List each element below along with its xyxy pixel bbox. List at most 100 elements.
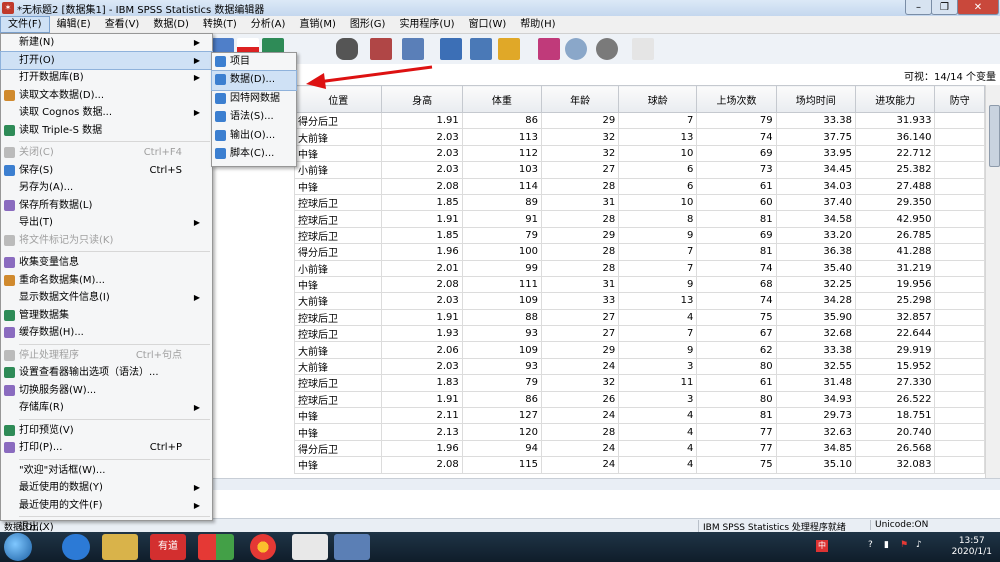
data-cell[interactable]: 6 bbox=[618, 177, 698, 195]
file-menu-item[interactable]: 打开数据库(B) ▶ bbox=[1, 69, 212, 87]
data-cell[interactable]: 36.38 bbox=[775, 243, 856, 261]
value-labels-grid-icon[interactable] bbox=[498, 38, 520, 60]
data-cell[interactable]: 18.751 bbox=[854, 407, 936, 425]
data-cell[interactable]: 2.01 bbox=[381, 259, 463, 277]
data-cell[interactable]: 34.58 bbox=[775, 210, 856, 228]
data-cell[interactable]: 69 bbox=[696, 144, 777, 163]
show-all-variables-icon[interactable] bbox=[596, 38, 618, 60]
data-cell[interactable]: 10 bbox=[618, 193, 698, 212]
data-cell[interactable]: 28 bbox=[540, 243, 620, 261]
data-cell[interactable]: 79 bbox=[696, 111, 777, 130]
data-cell[interactable]: 81 bbox=[696, 407, 777, 425]
data-cell[interactable]: 74 bbox=[696, 292, 777, 310]
data-cell[interactable]: 2.03 bbox=[381, 292, 463, 310]
file-menu-item[interactable]: 打印预览(V) bbox=[1, 422, 212, 440]
data-cell[interactable] bbox=[934, 177, 985, 195]
weight-cases-scale-icon[interactable] bbox=[470, 38, 492, 60]
file-menu-item[interactable]: 设置查看器输出选项（语法）... bbox=[1, 364, 212, 382]
data-cell[interactable] bbox=[934, 292, 985, 310]
data-cell[interactable]: 34.03 bbox=[775, 177, 856, 195]
data-cell[interactable]: 32.68 bbox=[775, 325, 856, 343]
data-cell[interactable]: 中锋 bbox=[293, 456, 383, 474]
file-menu-item[interactable]: 切换服务器(W)... bbox=[1, 382, 212, 400]
maximize-button[interactable]: ❐ bbox=[931, 0, 958, 15]
data-cell[interactable]: 4 bbox=[618, 308, 698, 327]
data-cell[interactable]: 81 bbox=[696, 243, 777, 261]
open-submenu-item[interactable]: 数据(D)... bbox=[211, 70, 297, 91]
data-cell[interactable]: 1.93 bbox=[381, 325, 463, 343]
file-menu-item[interactable]: 导出(T) ▶ bbox=[1, 214, 212, 232]
data-cell[interactable]: 77 bbox=[696, 423, 777, 441]
data-cell[interactable]: 13 bbox=[618, 128, 698, 146]
data-cell[interactable]: 29.73 bbox=[775, 407, 856, 425]
data-cell[interactable] bbox=[934, 308, 985, 327]
taskbar-app-explorer[interactable] bbox=[102, 534, 138, 560]
taskbar-app-chrome[interactable] bbox=[250, 534, 276, 560]
data-cell[interactable]: 控球后卫 bbox=[293, 308, 383, 327]
data-cell[interactable]: 小前锋 bbox=[293, 161, 383, 179]
data-cell[interactable]: 31.933 bbox=[854, 111, 936, 130]
data-cell[interactable]: 控球后卫 bbox=[293, 325, 383, 343]
data-cell[interactable]: 33 bbox=[540, 292, 620, 310]
data-cell[interactable]: 37.75 bbox=[775, 128, 856, 146]
menu-0[interactable]: 文件(F) bbox=[0, 16, 50, 33]
column-header[interactable]: 球龄 bbox=[618, 85, 698, 113]
data-cell[interactable]: 28 bbox=[540, 259, 620, 277]
data-cell[interactable]: 2.03 bbox=[381, 357, 463, 376]
language-indicator[interactable]: 中 bbox=[816, 540, 828, 552]
data-cell[interactable]: 11 bbox=[618, 374, 698, 392]
file-menu-item[interactable]: 读取 Triple-S 数据 bbox=[1, 122, 212, 140]
file-menu-item[interactable]: 读取 Cognos 数据... ▶ bbox=[1, 104, 212, 122]
data-cell[interactable]: 9 bbox=[618, 341, 698, 359]
data-cell[interactable]: 4 bbox=[618, 456, 698, 474]
data-cell[interactable]: 37.40 bbox=[775, 193, 856, 212]
menu-10[interactable]: 帮助(H) bbox=[513, 16, 562, 33]
data-cell[interactable]: 33.95 bbox=[775, 144, 856, 163]
data-cell[interactable]: 32 bbox=[540, 374, 620, 392]
data-cell[interactable]: 109 bbox=[461, 292, 543, 310]
menu-9[interactable]: 窗口(W) bbox=[462, 16, 514, 33]
data-cell[interactable]: 32 bbox=[540, 128, 620, 146]
data-cell[interactable]: 9 bbox=[618, 275, 698, 294]
data-cell[interactable] bbox=[934, 407, 985, 425]
data-cell[interactable]: 74 bbox=[696, 128, 777, 146]
data-cell[interactable]: 24 bbox=[540, 439, 620, 458]
data-cell[interactable]: 115 bbox=[461, 456, 543, 474]
data-cell[interactable]: 114 bbox=[461, 177, 543, 195]
menu-8[interactable]: 实用程序(U) bbox=[392, 16, 461, 33]
data-cell[interactable]: 33.38 bbox=[775, 111, 856, 130]
data-cell[interactable]: 22.644 bbox=[854, 325, 936, 343]
data-cell[interactable]: 74 bbox=[696, 259, 777, 277]
file-menu-item[interactable]: 重命名数据集(M)... bbox=[1, 272, 212, 290]
data-cell[interactable]: 61 bbox=[696, 177, 777, 195]
data-cell[interactable]: 127 bbox=[461, 407, 543, 425]
data-cell[interactable]: 26.568 bbox=[854, 439, 936, 458]
data-cell[interactable]: 得分后卫 bbox=[293, 439, 383, 458]
data-cell[interactable]: 86 bbox=[461, 111, 543, 130]
data-cell[interactable]: 1.91 bbox=[381, 210, 463, 228]
data-cell[interactable]: 34.93 bbox=[775, 390, 856, 409]
data-cell[interactable]: 36.140 bbox=[854, 128, 936, 146]
data-cell[interactable] bbox=[934, 259, 985, 277]
data-cell[interactable]: 大前锋 bbox=[293, 357, 383, 376]
data-cell[interactable] bbox=[934, 456, 985, 474]
data-cell[interactable]: 中锋 bbox=[293, 275, 383, 294]
taskbar-app-office[interactable] bbox=[198, 534, 234, 560]
data-cell[interactable]: 33.20 bbox=[775, 226, 856, 245]
data-cell[interactable] bbox=[934, 357, 985, 376]
data-cell[interactable]: 1.83 bbox=[381, 374, 463, 392]
find-binoculars-icon[interactable] bbox=[336, 38, 358, 60]
column-header[interactable]: 防守 bbox=[934, 85, 985, 113]
data-cell[interactable]: 控球后卫 bbox=[293, 374, 383, 392]
data-cell[interactable]: 94 bbox=[461, 439, 543, 458]
column-header[interactable]: 年龄 bbox=[540, 85, 620, 113]
taskbar-app-wps[interactable] bbox=[292, 534, 328, 560]
data-cell[interactable]: 1.91 bbox=[381, 390, 463, 409]
data-cell[interactable]: 26.785 bbox=[854, 226, 936, 245]
data-cell[interactable]: 29 bbox=[540, 226, 620, 245]
data-cell[interactable]: 2.08 bbox=[381, 275, 463, 294]
data-cell[interactable] bbox=[934, 210, 985, 228]
data-cell[interactable]: 29.350 bbox=[854, 193, 936, 212]
data-cell[interactable]: 29 bbox=[540, 341, 620, 359]
data-cell[interactable]: 27 bbox=[540, 308, 620, 327]
